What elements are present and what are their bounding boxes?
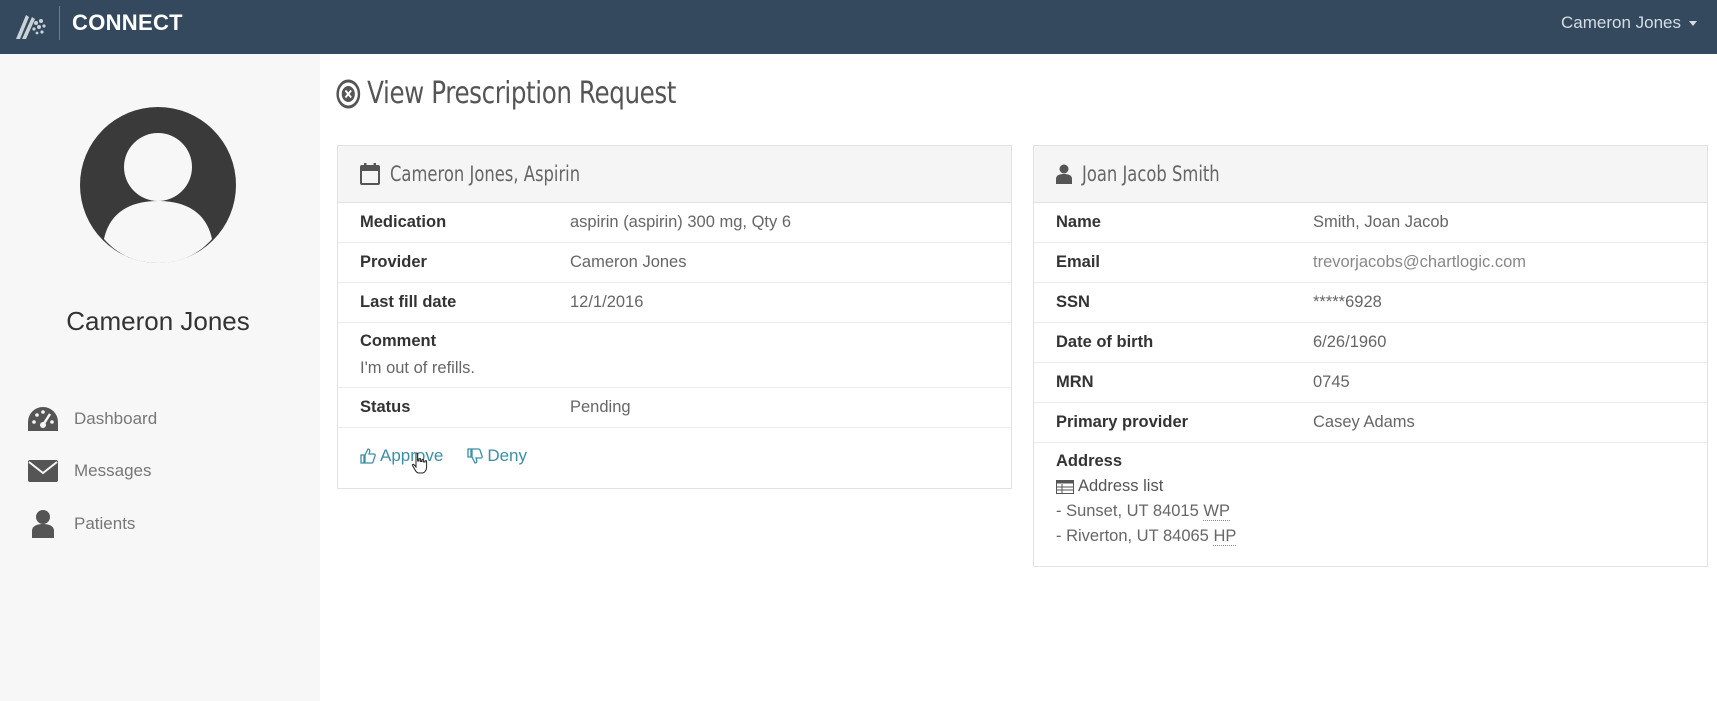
sidebar: Cameron Jones Dashboard Messages Patient… xyxy=(0,54,320,701)
address-text: - Riverton, UT 84065 xyxy=(1056,527,1209,545)
panel-title: Joan Jacob Smith xyxy=(1082,162,1220,186)
page-title-text: View Prescription Request xyxy=(367,76,676,111)
detail-row-date-of-birth: Date of birth 6/26/1960 xyxy=(1034,323,1707,363)
detail-row-status: Status Pending xyxy=(338,388,1011,428)
panel-title: Cameron Jones, Aspirin xyxy=(390,162,581,186)
status-value: Pending xyxy=(570,398,631,416)
logo-divider xyxy=(59,6,60,40)
detail-row-name: Name Smith, Joan Jacob xyxy=(1034,203,1707,243)
table-icon xyxy=(1056,479,1074,494)
row-label: MRN xyxy=(1056,373,1094,391)
detail-row-provider: Provider Cameron Jones xyxy=(338,243,1011,283)
row-value: 12/1/2016 xyxy=(570,293,644,311)
address-list-label: Address list xyxy=(1078,477,1164,495)
comment-text: I'm out of refills. xyxy=(360,359,476,377)
row-value: 6/26/1960 xyxy=(1313,333,1387,351)
approve-button[interactable]: Approve xyxy=(360,446,443,466)
row-label: Medication xyxy=(360,213,447,231)
row-label: Name xyxy=(1056,213,1101,231)
detail-row-ssn: SSN *****6928 xyxy=(1034,283,1707,323)
row-value: Casey Adams xyxy=(1313,413,1415,431)
row-value: aspirin (aspirin) 300 mg, Qty 6 xyxy=(570,213,792,231)
address-type-abbr: WP xyxy=(1203,502,1230,521)
sidebar-item-label: Dashboard xyxy=(74,409,158,428)
row-label: SSN xyxy=(1056,293,1090,311)
patient-details-panel: Joan Jacob Smith Name Smith, Joan Jacob … xyxy=(1033,145,1708,567)
sidebar-item-label: Patients xyxy=(74,514,136,533)
sidebar-item-patients[interactable]: Patients xyxy=(26,507,286,541)
prescription-request-panel: Cameron Jones, Aspirin Medication aspiri… xyxy=(337,145,1012,489)
address-type-abbr: HP xyxy=(1213,527,1237,546)
row-label: Primary provider xyxy=(1056,413,1189,431)
hand-pointer-cursor-icon xyxy=(411,452,429,479)
detail-row-address: Address Address list - Sunset, UT 84015 … xyxy=(1034,443,1707,555)
panel-header: Cameron Jones, Aspirin xyxy=(338,146,1011,203)
page-title: View Prescription Request xyxy=(336,76,676,111)
detail-row-comment: Comment I'm out of refills. xyxy=(338,323,1011,388)
row-label: Email xyxy=(1056,253,1101,271)
top-navbar: CONNECT Cameron Jones xyxy=(0,0,1717,54)
address-line: - Sunset, UT 84015 WP xyxy=(1056,502,1230,521)
thumbs-up-icon xyxy=(360,448,376,464)
user-icon xyxy=(26,509,60,539)
sidebar-item-dashboard[interactable]: Dashboard xyxy=(26,402,286,436)
sidebar-item-label: Messages xyxy=(74,461,152,480)
user-menu-dropdown[interactable]: Cameron Jones xyxy=(1561,13,1697,33)
dashboard-icon xyxy=(26,404,60,434)
row-label: Last fill date xyxy=(360,293,457,311)
row-label: Status xyxy=(360,398,411,416)
panel-header: Joan Jacob Smith xyxy=(1034,146,1707,203)
envelope-icon xyxy=(26,456,60,486)
request-actions: Approve Deny xyxy=(338,428,1011,484)
row-label: Comment xyxy=(360,332,437,350)
detail-row-email: Email trevorjacobs@chartlogic.com xyxy=(1034,243,1707,283)
row-value: 0745 xyxy=(1313,373,1350,391)
row-value: trevorjacobs@chartlogic.com xyxy=(1313,253,1526,271)
row-label: Address xyxy=(1056,452,1123,470)
user-menu-label: Cameron Jones xyxy=(1560,13,1681,32)
logo-icon[interactable] xyxy=(12,9,48,43)
detail-row-primary-provider: Primary provider Casey Adams xyxy=(1034,403,1707,443)
address-line: - Riverton, UT 84065 HP xyxy=(1056,527,1237,546)
profile-name: Cameron Jones xyxy=(66,306,250,336)
deny-label: Deny xyxy=(487,446,528,465)
address-list: Address list xyxy=(1056,477,1163,496)
detail-row-mrn: MRN 0745 xyxy=(1034,363,1707,403)
sidebar-item-messages[interactable]: Messages xyxy=(26,454,286,488)
caret-down-icon xyxy=(1689,20,1697,26)
detail-row-last-fill-date: Last fill date 12/1/2016 xyxy=(338,283,1011,323)
thumbs-down-icon xyxy=(467,448,484,464)
patient-name-link[interactable]: Smith, Joan Jacob xyxy=(1313,213,1449,232)
calendar-icon xyxy=(360,163,380,185)
detail-row-medication: Medication aspirin (aspirin) 300 mg, Qty… xyxy=(338,203,1011,243)
deny-button[interactable]: Deny xyxy=(467,446,527,466)
row-value: *****6928 xyxy=(1313,293,1382,311)
row-label: Date of birth xyxy=(1056,333,1154,351)
address-text: - Sunset, UT 84015 xyxy=(1056,502,1199,520)
app-title[interactable]: CONNECT xyxy=(72,10,183,36)
row-label: Provider xyxy=(360,253,427,271)
avatar xyxy=(80,99,236,275)
row-value: Cameron Jones xyxy=(570,253,687,271)
close-circle-icon[interactable] xyxy=(336,79,361,109)
user-icon xyxy=(1056,164,1072,184)
